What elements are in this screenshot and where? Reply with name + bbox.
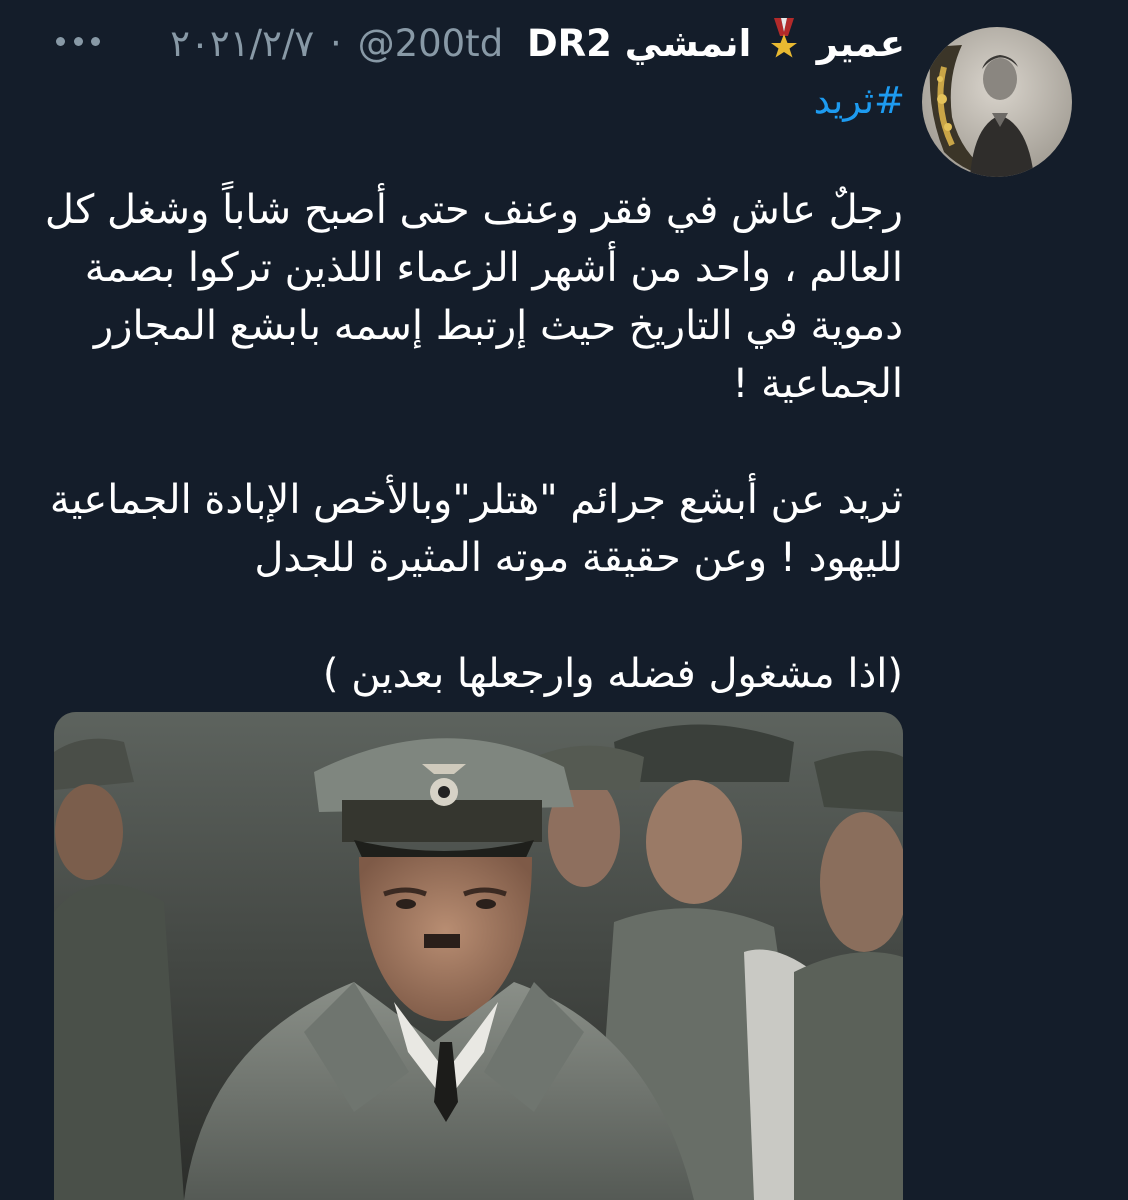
medal-icon — [769, 18, 799, 73]
avatar[interactable] — [922, 27, 1072, 177]
tweet-text: رجلٌ عاش في فقر وعنف حتى أصبح شاباً وشغل… — [43, 181, 903, 703]
display-name[interactable]: عمير — [817, 22, 905, 65]
user-handle[interactable]: @200td — [358, 17, 504, 71]
hashtag-link[interactable]: #ثريد — [814, 74, 905, 128]
display-name-suffix[interactable]: انمشي DR2 — [527, 22, 751, 65]
more-options-icon[interactable] — [54, 28, 102, 54]
tweet: عمير انمشي DR2 @200td · ٢٠٢١/٢/٧ #ثريد ر… — [0, 0, 1128, 1200]
tweet-paragraph-3: (اذا مشغول فضله وارجعلها بعدين ) — [322, 651, 903, 697]
tweet-paragraph-2: ثريد عن أبشع جرائم "هتلر"وبالأخص الإبادة… — [49, 477, 903, 581]
tweet-image[interactable] — [54, 712, 903, 1200]
separator-dot: · — [330, 22, 342, 65]
tweet-date[interactable]: ٢٠٢١/٢/٧ — [170, 22, 314, 65]
tweet-paragraph-1: رجلٌ عاش في فقر وعنف حتى أصبح شاباً وشغل… — [44, 187, 903, 407]
tweet-header: عمير انمشي DR2 @200td · ٢٠٢١/٢/٧ — [170, 17, 905, 73]
